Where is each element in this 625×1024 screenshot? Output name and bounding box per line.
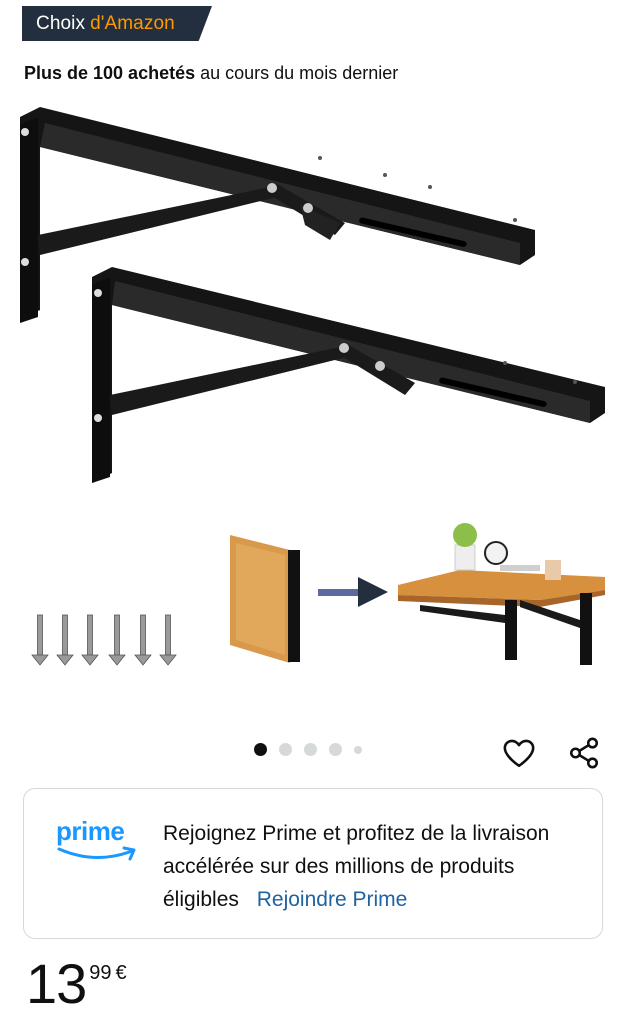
carousel-dot[interactable]: [354, 745, 362, 754]
prime-message-block: Rejoignez Prime et profitez de la livrai…: [163, 817, 583, 916]
heart-icon: [503, 739, 535, 768]
product-image[interactable]: [0, 95, 625, 695]
carousel-dot[interactable]: [304, 743, 317, 756]
price-whole: 13: [26, 952, 87, 1015]
prime-logo-text: prime: [56, 816, 125, 846]
unfolded-shelf-scene: [398, 523, 605, 665]
arrow-icon: [318, 577, 388, 607]
amazons-choice-badge: Choix d'Amazon: [22, 6, 212, 41]
folded-shelf: [230, 535, 300, 663]
carousel-dot[interactable]: [254, 743, 267, 756]
price-currency: €: [115, 962, 127, 984]
badge-brand: d'Amazon: [90, 12, 175, 34]
carousel-dot[interactable]: [279, 743, 292, 756]
price-fraction: 99: [89, 962, 112, 984]
screws: [31, 614, 177, 666]
favorite-button[interactable]: [499, 733, 539, 773]
prime-smile-icon: [57, 846, 136, 861]
shelf-bracket-small: [92, 267, 605, 483]
price: 13 99 €: [26, 952, 127, 1016]
share-button[interactable]: [564, 733, 604, 773]
join-prime-link[interactable]: Rejoindre Prime: [257, 888, 408, 911]
purchase-count: Plus de 100 achetés au cours du mois der…: [24, 63, 398, 84]
prime-promo-card: prime Rejoignez Prime et profitez de la …: [23, 788, 603, 939]
carousel-dot[interactable]: [329, 743, 342, 756]
image-carousel-dots[interactable]: [254, 743, 362, 756]
share-icon: [569, 737, 599, 769]
purchase-count-bold: Plus de 100 achetés: [24, 63, 196, 83]
purchase-count-rest: au cours du mois dernier: [200, 63, 399, 83]
badge-prefix: Choix: [36, 12, 86, 34]
prime-logo: prime: [56, 817, 142, 873]
